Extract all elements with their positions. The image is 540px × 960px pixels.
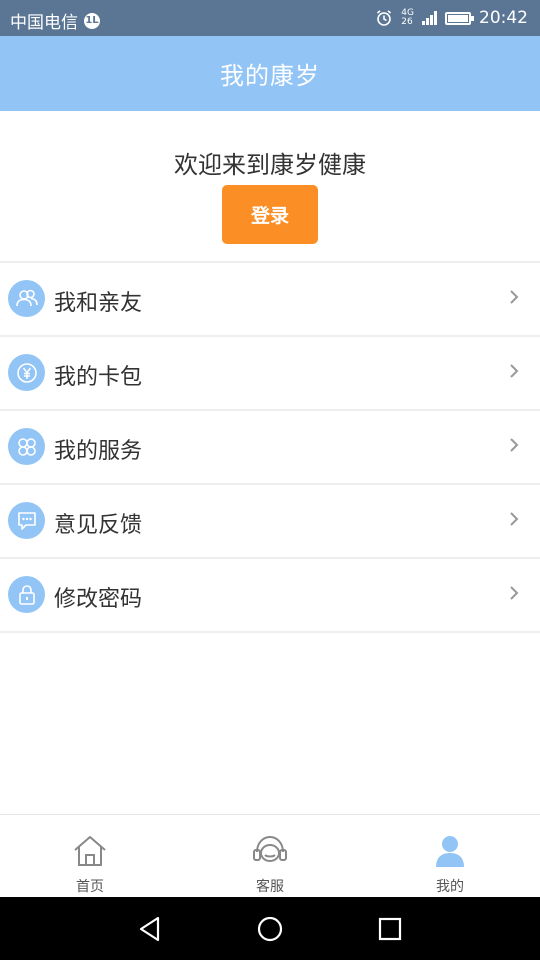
clover-icon: [8, 428, 45, 465]
network-sub: 26: [401, 17, 413, 27]
status-left: 中国电信 1L: [10, 8, 100, 33]
user-icon: [436, 836, 464, 867]
menu-item-label: 我的服务: [54, 439, 143, 464]
menu-item-label: 我和亲友: [54, 291, 143, 316]
menu-item-services[interactable]: 我的服务: [0, 411, 540, 485]
network-indicator: 4G 26: [401, 9, 414, 27]
status-right: 4G 26 20:42: [375, 8, 528, 28]
page-header: 我的康岁: [0, 36, 540, 111]
menu-item-label: 修改密码: [54, 587, 143, 612]
chevron-right-icon: [510, 438, 519, 452]
yuan-icon: [8, 354, 45, 391]
chevron-right-icon: [510, 364, 519, 378]
recents-icon[interactable]: [372, 911, 408, 947]
system-nav-bar: [0, 897, 540, 960]
status-bar: 中国电信 1L 4G 26 20:42: [0, 0, 540, 36]
menu-list: 我和亲友 我的卡包 我的服务 意见反馈 修改密码: [0, 263, 540, 633]
home-icon: [74, 836, 106, 866]
alarm-icon: [377, 10, 392, 26]
tab-mine[interactable]: 我的: [360, 815, 540, 898]
menu-item-card-wallet[interactable]: 我的卡包: [0, 337, 540, 411]
tab-label: 我的: [436, 879, 464, 895]
chat-icon: [8, 502, 45, 539]
headset-icon: [253, 835, 287, 862]
people-icon: [8, 280, 45, 317]
menu-item-friends[interactable]: 我和亲友: [0, 263, 540, 337]
chevron-right-icon: [510, 512, 519, 526]
menu-item-label: 我的卡包: [54, 365, 143, 390]
tab-customer-service[interactable]: 客服: [180, 815, 360, 898]
carrier-badge-icon: 1L: [84, 12, 100, 29]
screen: 中国电信 1L 4G 26 20:42 我的康岁 欢迎来到康岁健康 登录 我和亲…: [0, 0, 540, 960]
lock-icon: [8, 576, 45, 613]
signal-icon: [422, 11, 437, 25]
menu-item-label: 意见反馈: [54, 513, 143, 538]
tab-home[interactable]: 首页: [0, 815, 180, 898]
battery-level: [448, 14, 468, 22]
welcome-section: 欢迎来到康岁健康 登录: [0, 111, 540, 261]
tab-label: 首页: [76, 879, 104, 895]
chevron-right-icon: [510, 290, 519, 304]
back-icon[interactable]: [132, 911, 168, 947]
chevron-right-icon: [510, 586, 519, 600]
menu-item-change-password[interactable]: 修改密码: [0, 559, 540, 633]
menu-item-feedback[interactable]: 意见反馈: [0, 485, 540, 559]
tab-label: 客服: [256, 879, 284, 895]
page-title: 我的康岁: [220, 62, 320, 90]
home-nav-icon[interactable]: [252, 911, 288, 947]
clock-time: 20:42: [479, 8, 528, 28]
welcome-text: 欢迎来到康岁健康: [174, 151, 366, 179]
carrier-name: 中国电信: [10, 13, 78, 33]
login-button[interactable]: 登录: [222, 185, 318, 244]
battery-icon: [445, 11, 474, 25]
bottom-tab-bar: 首页 客服 我的: [0, 814, 540, 898]
